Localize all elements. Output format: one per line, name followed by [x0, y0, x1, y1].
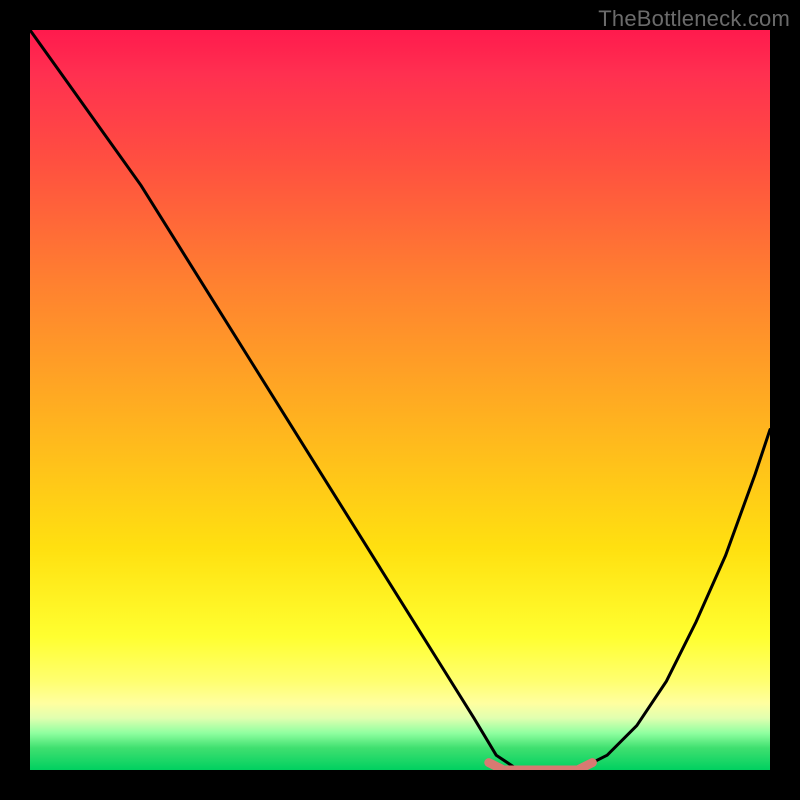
chart-frame: TheBottleneck.com: [0, 0, 800, 800]
flat-segment-marker: [489, 763, 593, 770]
curve-layer: [30, 30, 770, 770]
attribution-text: TheBottleneck.com: [598, 6, 790, 32]
plot-area: [30, 30, 770, 770]
bottleneck-curve: [30, 30, 770, 770]
